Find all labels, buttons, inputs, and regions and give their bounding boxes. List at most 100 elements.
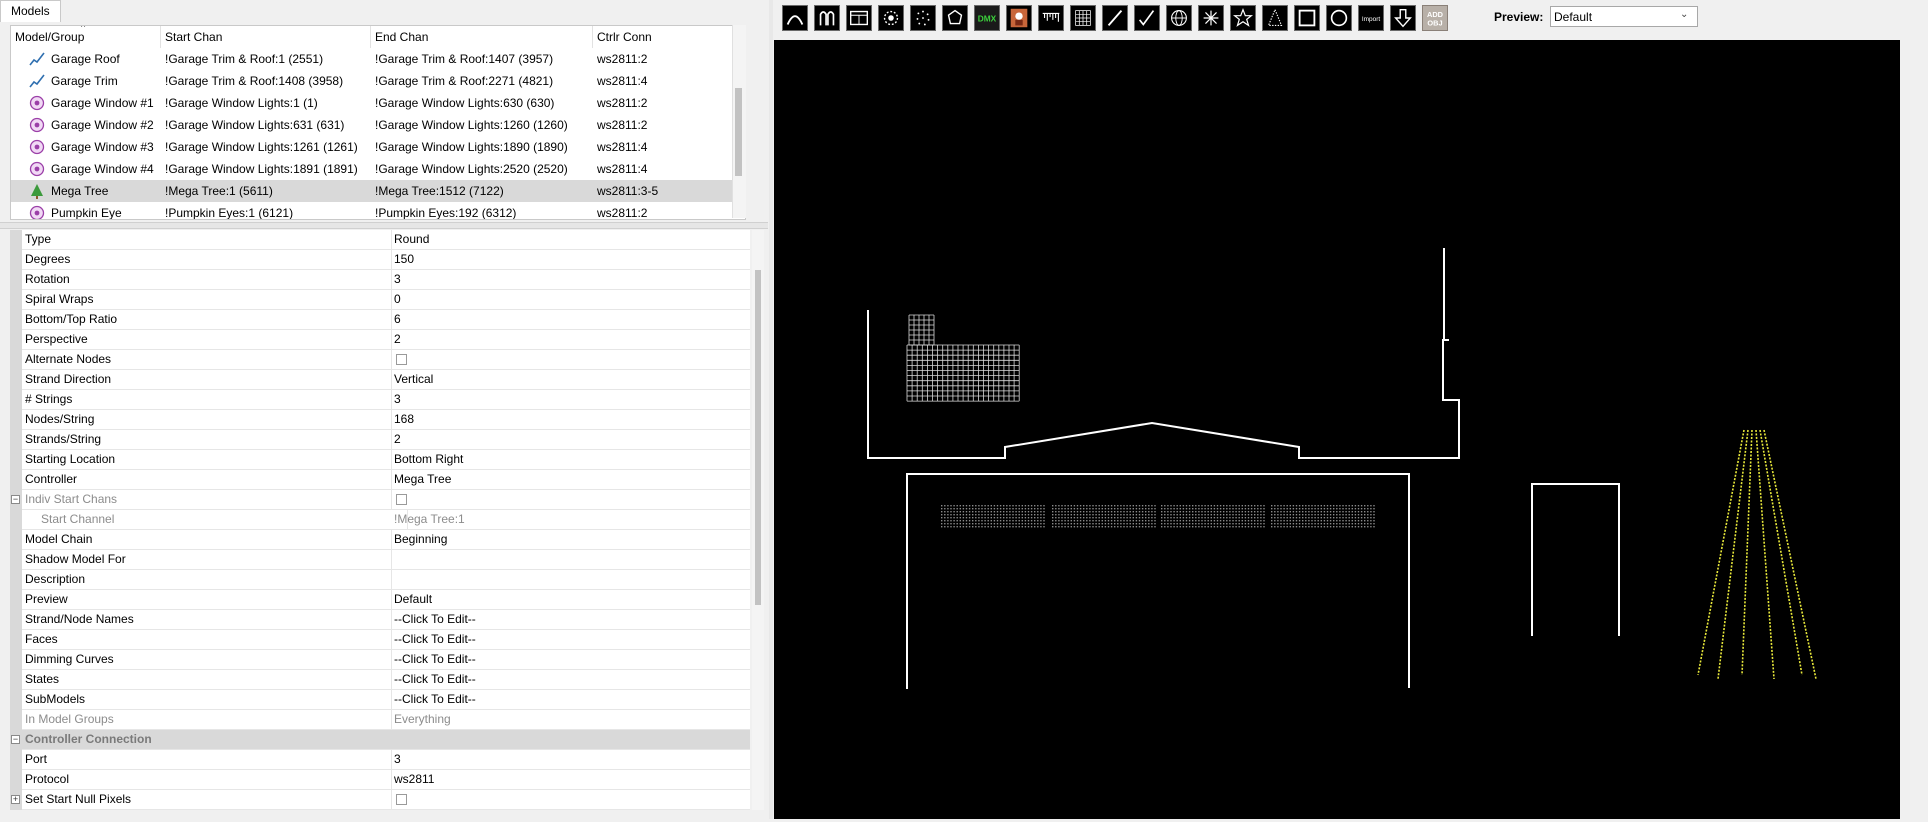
property-row[interactable]: Strand Direction Vertical [10,370,750,390]
model-row[interactable]: Garage Window #2 !Garage Window Lights:63… [11,114,745,136]
property-row[interactable]: Degrees 150 [10,250,750,270]
model-row[interactable]: Pumpkin Eye !Pumpkin Eyes:1 (6121) !Pumpki… [11,202,745,219]
property-row[interactable]: Dimming Curves --Click To Edit-- [10,650,750,670]
property-value[interactable]: 150 [390,250,749,269]
property-row[interactable]: Model Chain Beginning [10,530,750,550]
window-large-grid[interactable] [906,344,1020,402]
arch-tool-button[interactable] [782,5,808,31]
property-row[interactable]: States --Click To Edit-- [10,670,750,690]
image-model-tool-button[interactable] [1006,5,1032,31]
model-row[interactable]: Garage Window #1 !Garage Window Lights:1 … [11,92,745,114]
property-checkbox[interactable] [396,494,407,505]
property-value[interactable]: Round [390,230,749,249]
column-header-ctrlr-conn[interactable]: Ctrlr Conn [593,26,745,48]
garage-window-pixels[interactable] [941,505,1375,528]
property-value[interactable]: 6 [390,310,749,329]
property-checkbox[interactable] [396,794,407,805]
candy-cane-tool-button[interactable] [814,5,840,31]
column-header-end-chan[interactable]: End Chan [371,26,593,48]
property-value[interactable]: !Mega Tree:1 [390,510,749,529]
house-roof-outline[interactable] [867,248,1460,459]
collapse-icon[interactable]: − [11,495,20,504]
property-value[interactable]: 0 [390,290,749,309]
expand-icon[interactable]: + [11,795,20,804]
properties-scroll-thumb[interactable] [755,270,761,605]
icicles-tool-button[interactable] [1038,5,1064,31]
cube-tool-button[interactable] [910,5,936,31]
property-row[interactable]: Type Round [10,230,750,250]
wreath-tool-button[interactable] [1326,5,1352,31]
property-value[interactable]: 168 [390,410,749,429]
property-row[interactable]: − Indiv Start Chans [10,490,750,510]
property-value[interactable]: Everything [390,710,749,729]
mega-tree-strands[interactable] [1697,429,1817,680]
column-header-start-chan[interactable]: Start Chan [161,26,371,48]
property-value[interactable] [390,550,749,569]
property-value[interactable]: 3 [390,270,749,289]
property-row[interactable]: SubModels --Click To Edit-- [10,690,750,710]
window-frame-tool-button[interactable] [1294,5,1320,31]
custom-model-tool-button[interactable] [942,5,968,31]
pane-divider[interactable] [769,0,773,819]
property-row[interactable]: − Controller Connection [10,730,750,750]
star-tool-button[interactable] [1230,5,1256,31]
property-value[interactable]: Default [390,590,749,609]
property-row[interactable]: # Strings 3 [10,390,750,410]
property-grid[interactable]: Type Round Degrees 150 Rotation 3 Spiral Wraps… [10,230,750,810]
add-object-tool-button[interactable]: ADD OBJ [1422,5,1448,31]
model-row[interactable]: Garage Window #3 !Garage Window Lights:12… [11,136,745,158]
column-header-model-group[interactable]: Model/Group [11,26,161,48]
property-value[interactable]: Mega Tree [390,470,749,489]
single-line-tool-button[interactable] [1102,5,1128,31]
property-row[interactable]: Nodes/String 168 [10,410,750,430]
property-row[interactable]: Shadow Model For [10,550,750,570]
layout-preview-canvas[interactable] [774,40,1900,819]
property-row[interactable]: Controller Mega Tree [10,470,750,490]
download-tool-button[interactable] [1390,5,1416,31]
model-row[interactable]: Garage Window #4 !Garage Window Lights:18… [11,158,745,180]
property-value[interactable]: --Click To Edit-- [390,690,749,709]
sphere-tool-button[interactable] [1166,5,1192,31]
window-small-grid[interactable] [908,314,935,346]
property-row[interactable]: Rotation 3 [10,270,750,290]
matrix-tool-button[interactable] [1070,5,1096,31]
property-value[interactable]: --Click To Edit-- [390,630,749,649]
property-value[interactable]: --Click To Edit-- [390,670,749,689]
tree-model-tool-button[interactable] [1262,5,1288,31]
property-value[interactable]: Bottom Right [390,450,749,469]
dmx-tool-button[interactable]: DMX [974,5,1000,31]
property-row[interactable]: Spiral Wraps 0 [10,290,750,310]
property-row[interactable]: + Set Start Null Pixels [10,790,750,810]
property-value[interactable]: ws2811 [390,770,749,789]
property-row[interactable]: Strand/Node Names --Click To Edit-- [10,610,750,630]
property-value[interactable]: Vertical [390,370,749,389]
channel-block-tool-button[interactable] [846,5,872,31]
list-scroll-thumb[interactable] [735,88,742,176]
panel-splitter[interactable] [0,222,768,229]
property-row[interactable]: Description [10,570,750,590]
import-tool-button[interactable]: Import [1358,5,1384,31]
property-value[interactable] [390,570,749,589]
model-row[interactable]: Garage Trim !Garage Trim & Roof:1408 (395… [11,70,745,92]
property-row[interactable]: Alternate Nodes [10,350,750,370]
property-value[interactable]: 2 [390,430,749,449]
spinner-tool-button[interactable] [1198,5,1224,31]
property-value[interactable]: 3 [390,750,749,769]
property-row[interactable]: Protocol ws2811 [10,770,750,790]
tab-models[interactable]: Models [0,0,61,22]
property-row[interactable]: Starting Location Bottom Right [10,450,750,470]
property-value[interactable]: Beginning [390,530,749,549]
property-row[interactable]: Perspective 2 [10,330,750,350]
models-list[interactable]: Model/Group Start Chan End Chan Ctrlr Co… [10,25,746,220]
property-row[interactable]: Strands/String 2 [10,430,750,450]
circle-model-tool-button[interactable] [878,5,904,31]
poly-line-tool-button[interactable] [1134,5,1160,31]
property-row[interactable]: Start Channel !Mega Tree:1 [10,510,750,530]
property-value[interactable]: 3 [390,390,749,409]
property-row[interactable]: Preview Default [10,590,750,610]
property-checkbox[interactable] [396,354,407,365]
property-value[interactable]: 2 [390,330,749,349]
collapse-icon[interactable]: − [11,735,20,744]
model-row[interactable]: Mega Tree !Mega Tree:1 (5611) !Mega Tree:1… [11,180,745,202]
property-value[interactable]: --Click To Edit-- [390,650,749,669]
